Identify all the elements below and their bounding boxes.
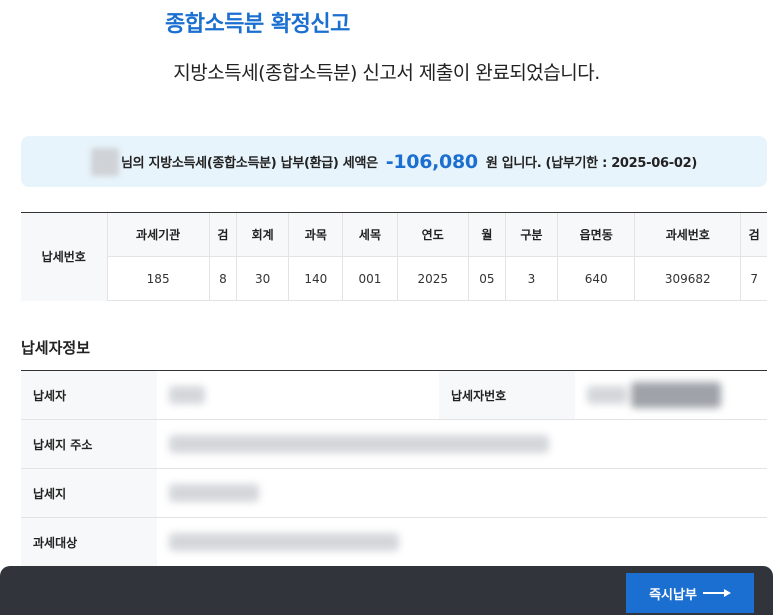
table-header: 회계 <box>236 212 289 257</box>
table-header: 검 <box>208 212 237 257</box>
target-label: 과세대상 <box>21 517 157 567</box>
table-cell: 140 <box>288 256 343 301</box>
table-header: 구분 <box>504 212 558 257</box>
table-header: 과세기관 <box>106 212 210 257</box>
redacted-name <box>91 147 119 176</box>
table-header: 과세번호 <box>634 212 741 257</box>
tax-amount: -106,080 <box>385 150 478 173</box>
table-header: 검 <box>740 212 767 257</box>
taxpayer-id-value <box>575 370 767 420</box>
table-header: 읍면동 <box>557 212 635 257</box>
taxpayer-label: 납세자 <box>21 370 157 420</box>
table-cell: 3 <box>504 256 558 301</box>
summary-suffix: 원 입니다. (납부기한 : 2025-06-02) <box>485 156 697 171</box>
redacted-id-short <box>587 386 627 404</box>
address-label: 납세지 주소 <box>21 419 157 469</box>
table-row: 납세자 납세자번호 <box>21 370 767 420</box>
table-header: 과목 <box>288 212 343 257</box>
table-row: 납세지 주소 <box>21 419 767 469</box>
table-row: 과세대상 <box>21 517 767 567</box>
summary-box: 님의 지방소득세(종합소득분) 납부(환급) 세액은 -106,080 원 입니… <box>21 136 767 187</box>
table-cell: 05 <box>467 256 506 301</box>
taxpayer-id-label: 납세자번호 <box>439 370 575 420</box>
redacted-id <box>630 382 721 408</box>
pay-now-label: 즉시납부 <box>649 587 697 603</box>
summary-prefix: 님의 지방소득세(종합소득분) 납부(환급) 세액은 <box>121 156 378 171</box>
summary-text: 님의 지방소득세(종합소득분) 납부(환급) 세액은 -106,080 원 입니… <box>21 136 767 187</box>
arrow-right-icon <box>702 588 731 598</box>
redacted-taxpayer <box>169 386 205 404</box>
pay-now-button[interactable]: 즉시납부 <box>626 573 754 613</box>
section-title-taxpayer: 납세자정보 <box>21 339 91 357</box>
table-header: 월 <box>467 212 506 257</box>
tax-location-label: 납세지 <box>21 468 157 518</box>
redacted-target <box>169 533 399 551</box>
table-header: 세목 <box>342 212 398 257</box>
table-cell: 2025 <box>396 256 469 301</box>
table-header: 연도 <box>396 212 469 257</box>
address-value <box>157 419 767 469</box>
page-title: 종합소득분 확정신고 <box>165 12 350 37</box>
table-cell: 640 <box>557 256 635 301</box>
redacted-address <box>169 435 549 453</box>
table-cell: 8 <box>208 256 237 301</box>
target-value <box>157 517 767 567</box>
taxpayer-value <box>157 370 439 420</box>
table-cell: 185 <box>106 256 210 301</box>
tax-number-table: 납세번호 과세기관 검 회계 과목 세목 연도 월 구분 읍면동 과세번호 검 … <box>21 212 767 301</box>
taxpayer-info-table: 납세자 납세자번호 납세지 주소 납세지 과세대상 <box>21 370 767 567</box>
table-row: 납세지 <box>21 468 767 518</box>
table-cell: 7 <box>740 256 767 301</box>
table-cell: 309682 <box>634 256 741 301</box>
tax-location-value <box>157 468 767 518</box>
redacted-location <box>169 484 259 502</box>
table-cell: 30 <box>236 256 289 301</box>
table-cell: 001 <box>342 256 398 301</box>
tax-number-label: 납세번호 <box>21 212 107 301</box>
completion-message: 지방소득세(종합소득분) 신고서 제출이 완료되었습니다. <box>173 62 600 84</box>
